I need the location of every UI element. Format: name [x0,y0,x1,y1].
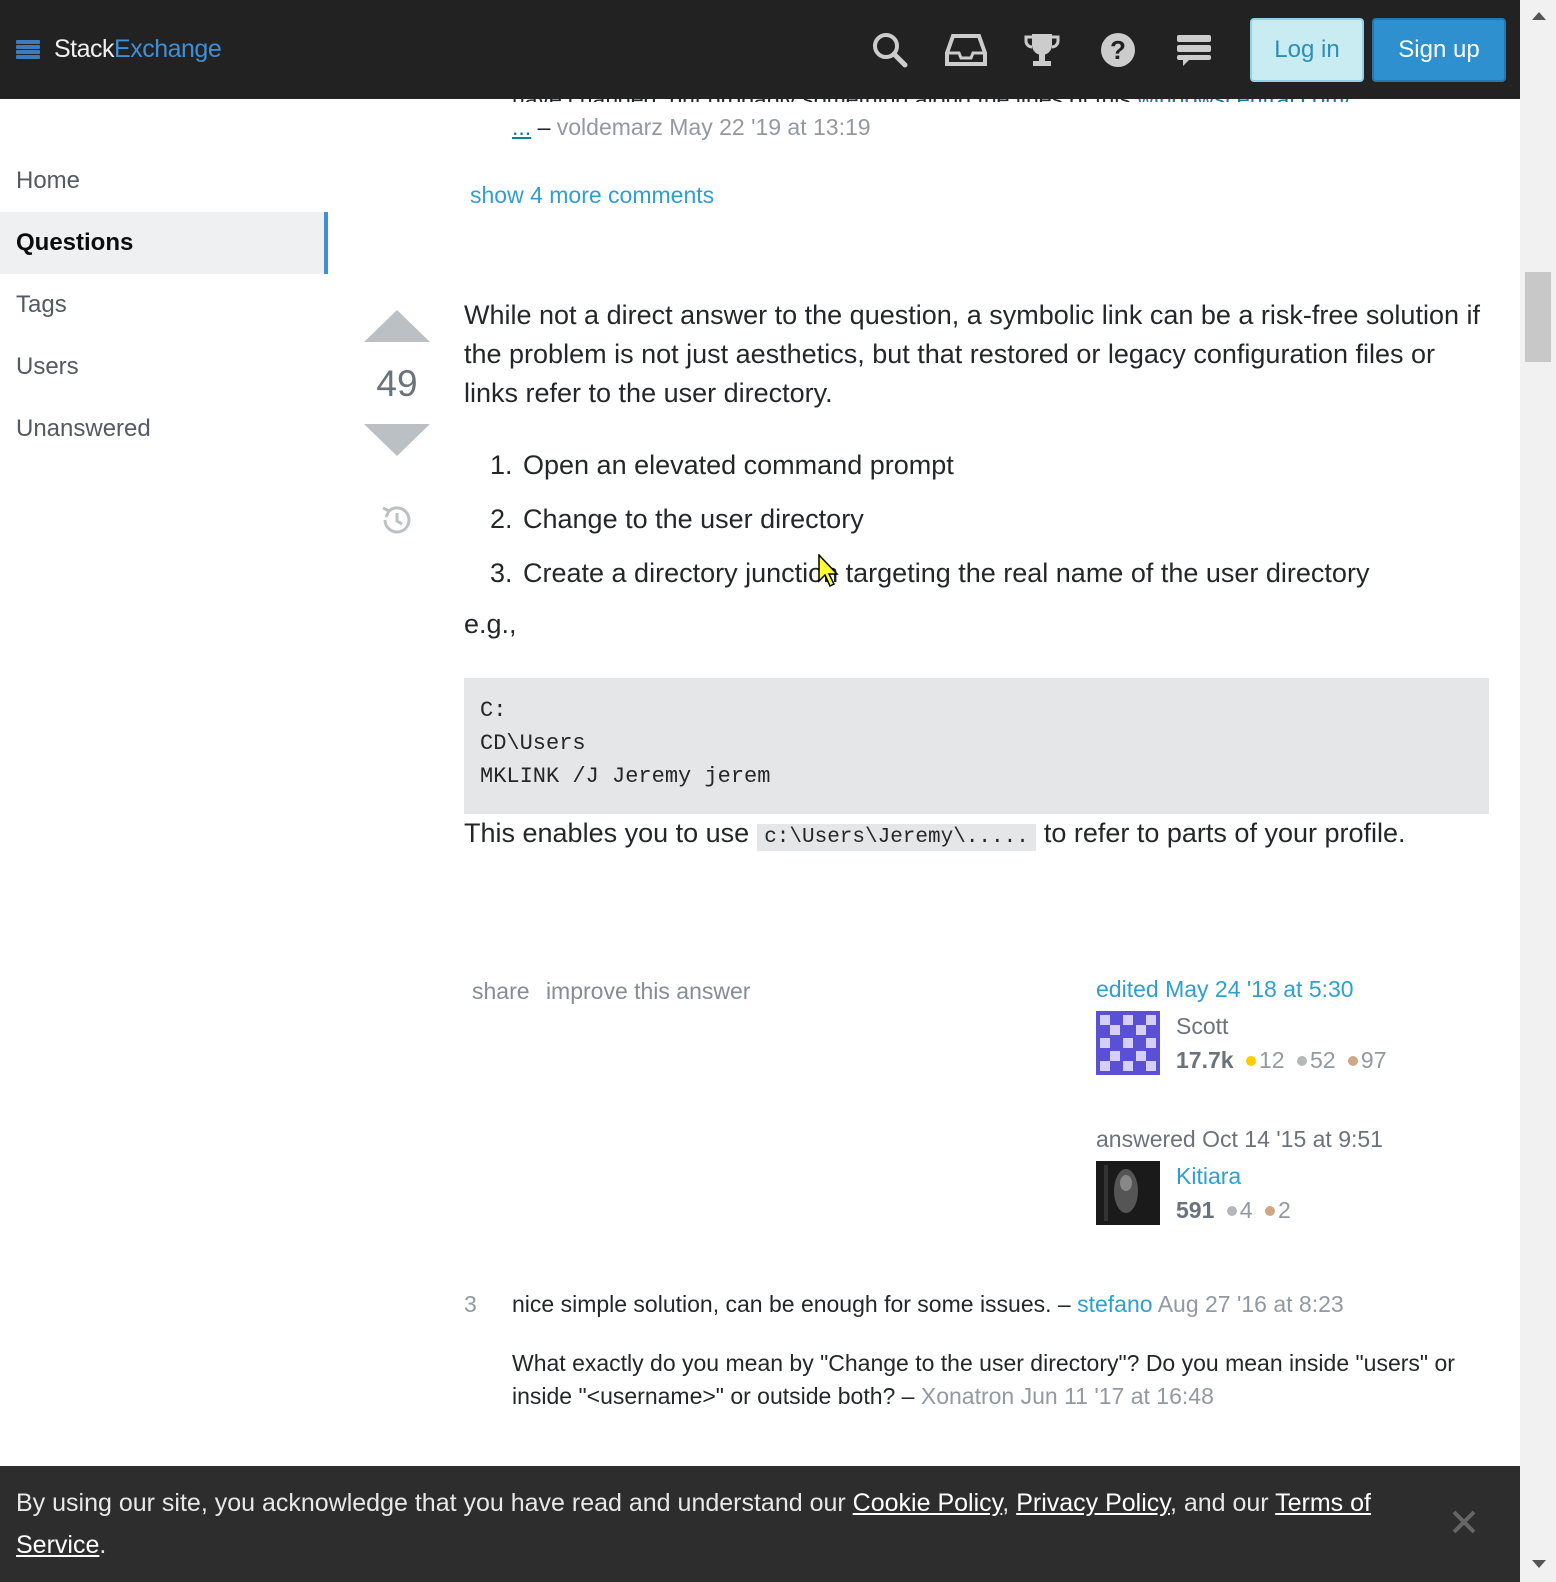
previous-comment-date[interactable]: May 22 '19 at 13:19 [669,114,870,140]
editor-signature: edited May 24 '18 at 5:30 Scott 17.7k 12… [1096,976,1387,1075]
edited-date[interactable]: May 24 '18 at 5:30 [1165,976,1354,1002]
downvote-arrow-icon[interactable] [364,424,430,456]
svg-text:?: ? [1110,35,1126,65]
avatar[interactable] [1096,1011,1160,1075]
list-item: What exactly do you mean by "Change to t… [464,1347,1494,1413]
vote-column: 49 [360,310,434,538]
sign-up-button[interactable]: Sign up [1372,17,1506,82]
stackexchange-menu-icon[interactable] [16,38,40,62]
example-label: e.g., [464,609,517,639]
avatar[interactable] [1096,1161,1160,1225]
improve-answer-link[interactable]: improve this answer [546,978,751,1004]
answered-date[interactable]: Oct 14 '15 at 9:51 [1202,1126,1383,1152]
site-logo[interactable]: StackExchange [16,30,222,70]
answer-body: While not a direct answer to the questio… [464,296,1494,857]
page-scrollbar[interactable] [1520,0,1556,1582]
cookie-policy-link[interactable]: Cookie Policy [853,1489,1003,1517]
reputation: 17.7k 12 52 97 [1176,1047,1387,1073]
scrollbar-thumb[interactable] [1525,272,1551,362]
scroll-down-arrow-icon[interactable] [1532,1560,1546,1568]
comment-user[interactable]: Xonatron [921,1383,1014,1409]
list-item: 1. Open an elevated command prompt [490,450,954,480]
upvote-arrow-icon[interactable] [364,310,430,342]
achievements-icon[interactable] [1020,28,1064,72]
sidebar-item-unanswered[interactable]: Unanswered [0,398,328,460]
help-icon[interactable]: ? [1096,28,1140,72]
brand-name: StackExchange [54,35,222,63]
author-name[interactable]: Kitiara [1176,1161,1291,1191]
steps-list: 1. Open an elevated command prompt 2. Chan… [490,443,1494,605]
scroll-up-arrow-icon[interactable] [1532,12,1546,20]
show-more-comments-link[interactable]: show 4 more comments [470,182,714,209]
sidebar-item-home[interactable]: Home [0,150,328,212]
sidebar-item-users[interactable]: Users [0,336,328,398]
inline-code: c:\Users\Jeremy\..... [757,824,1036,851]
edited-link[interactable]: edited [1096,976,1159,1002]
cookie-banner: By using our site, you acknowledge that … [0,1466,1520,1582]
previous-comment-link-end[interactable]: ... [512,114,531,140]
comment-score: 3 [464,1291,477,1317]
inbox-icon[interactable] [944,28,988,72]
search-icon[interactable] [868,28,912,72]
author-signature: answered Oct 14 '15 at 9:51 Kitiara 591 … [1096,1126,1383,1225]
list-item: 3. Create a directory junction targeting … [490,558,1370,588]
privacy-policy-link[interactable]: Privacy Policy [1016,1489,1170,1517]
vote-count: 49 [376,363,418,404]
reputation: 591 4 2 [1176,1197,1291,1223]
history-icon[interactable] [379,502,415,538]
site-switcher-icon[interactable] [1172,28,1216,72]
comment-score [464,1347,512,1413]
top-bar: StackExchange ? Log in Sign up [0,0,1520,99]
list-item: 2. Change to the user directory [490,504,864,534]
left-sidebar: Home Questions Tags Users Unanswered [0,150,328,460]
close-icon[interactable] [1448,1506,1480,1538]
mouse-cursor-icon [818,553,840,588]
share-link[interactable]: share [472,978,530,1004]
answer-intro: While not a direct answer to the questio… [464,300,1480,408]
comment-user[interactable]: stefano [1077,1291,1152,1317]
comment-date[interactable]: Aug 27 '16 at 8:23 [1158,1291,1344,1317]
log-in-button[interactable]: Log in [1250,17,1364,82]
answer-conclusion: This enables you to use c:\Users\Jeremy\.… [464,818,1406,851]
sidebar-item-tags[interactable]: Tags [0,274,328,336]
previous-comment-user[interactable]: voldemarz [557,114,663,140]
code-block: C: CD\Users MKLINK /J Jeremy jerem [464,678,1489,814]
list-item: 3 nice simple solution, can be enough fo… [464,1288,1494,1321]
comment-date[interactable]: Jun 11 '17 at 16:48 [1021,1383,1214,1409]
editor-name[interactable]: Scott [1176,1011,1387,1041]
comments-list: 3 nice simple solution, can be enough fo… [464,1288,1494,1439]
post-menu: share improve this answer [472,978,760,1005]
sidebar-item-questions[interactable]: Questions [0,212,328,274]
